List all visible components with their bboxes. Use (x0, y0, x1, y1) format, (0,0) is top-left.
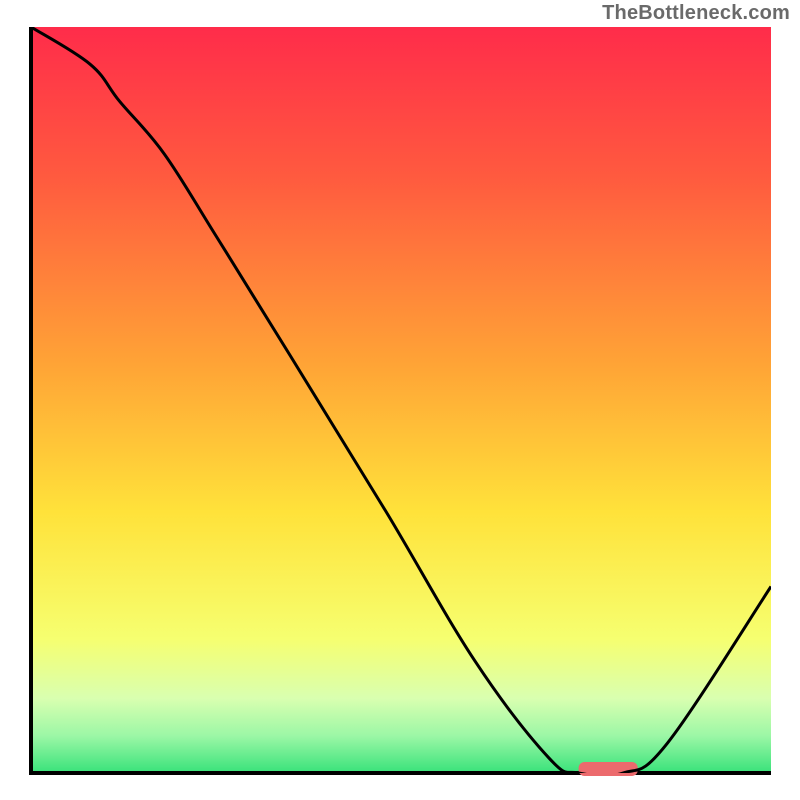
watermark-text: TheBottleneck.com (602, 2, 790, 25)
plot-background-gradient (31, 27, 771, 773)
optimum-marker (579, 762, 638, 776)
bottleneck-chart (0, 0, 800, 800)
chart-container: TheBottleneck.com (0, 0, 800, 800)
